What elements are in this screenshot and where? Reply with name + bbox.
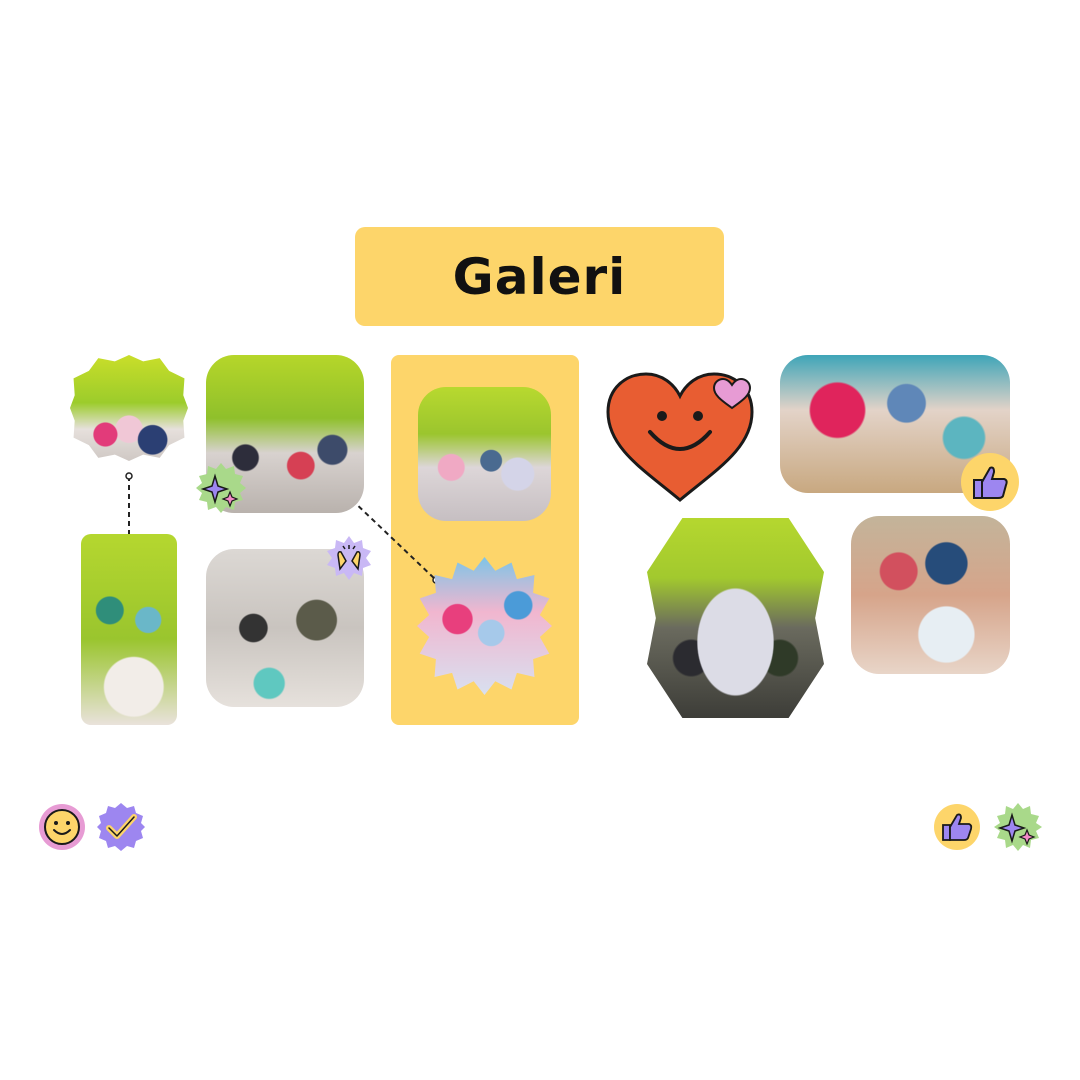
gallery-photo-9[interactable] — [851, 516, 1010, 674]
gallery-photo-5[interactable] — [418, 387, 551, 521]
gallery-photo-8[interactable] — [647, 518, 824, 718]
smiley-face-icon — [39, 804, 85, 850]
thumbs-up-icon — [961, 453, 1019, 511]
clapping-hands-icon — [327, 536, 371, 580]
sparkle-icon — [196, 463, 246, 513]
sparkle-icon — [994, 803, 1042, 851]
thumbs-up-icon — [934, 804, 980, 850]
smiling-heart-icon — [606, 372, 754, 502]
check-badge-icon — [97, 803, 145, 851]
gallery-photo-3[interactable] — [81, 534, 177, 725]
gallery-photo-6[interactable] — [417, 557, 552, 695]
